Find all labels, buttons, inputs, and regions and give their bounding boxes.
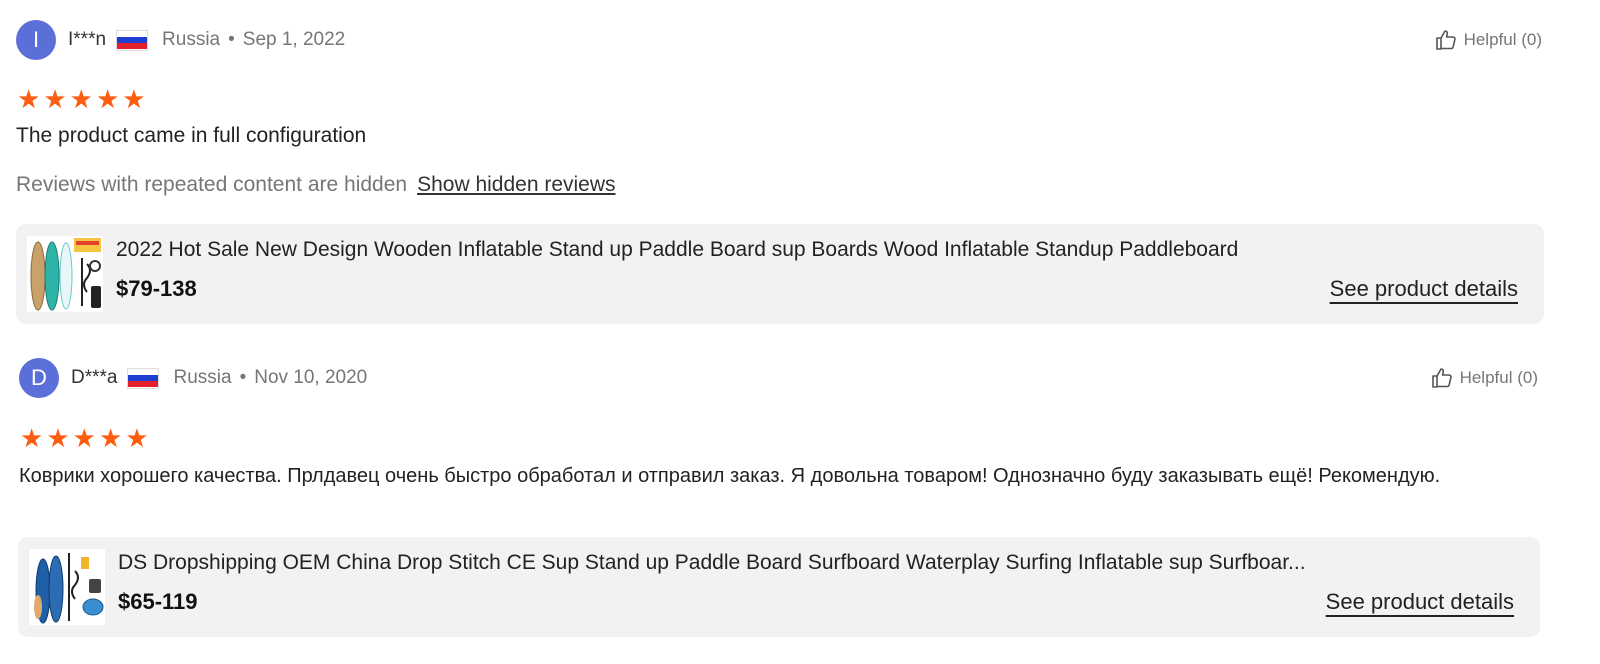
hidden-notice-row: Reviews with repeated content are hidden…: [16, 173, 616, 197]
helpful-button[interactable]: Helpful (0): [1434, 28, 1542, 52]
product-thumbnail[interactable]: [27, 236, 103, 312]
star-icon: ★: [122, 84, 146, 114]
russia-flag-icon: [116, 29, 149, 51]
star-icon: ★: [69, 84, 93, 114]
product-title[interactable]: 2022 Hot Sale New Design Wooden Inflatab…: [116, 238, 1238, 262]
star-icon: ★: [98, 423, 123, 453]
hidden-notice: Reviews with repeated content are hidden: [16, 173, 408, 196]
product-card[interactable]: 2022 Hot Sale New Design Wooden Inflatab…: [16, 224, 1544, 324]
reviewer-name: I***n: [68, 29, 107, 50]
review-meta: Russia • Nov 10, 2020: [173, 367, 367, 389]
russia-flag-icon: [127, 367, 160, 389]
see-product-details-link[interactable]: See product details: [1330, 276, 1518, 302]
review-date: Nov 10, 2020: [254, 367, 368, 388]
product-title[interactable]: DS Dropshipping OEM China Drop Stitch CE…: [118, 551, 1306, 575]
review-text: The product came in full configuration: [16, 124, 367, 147]
star-icon: ★: [20, 423, 44, 453]
helpful-label: Helpful (0): [1463, 30, 1542, 49]
meta-separator: •: [239, 367, 247, 388]
thumbs-up-icon: [1431, 368, 1452, 388]
see-product-details-link[interactable]: See product details: [1326, 589, 1514, 615]
star-rating: ★ ★ ★ ★ ★: [20, 425, 149, 451]
reviewer-country: Russia: [162, 29, 221, 50]
review-date: Sep 1, 2022: [242, 29, 346, 50]
star-icon: ★: [17, 84, 41, 114]
show-hidden-reviews-link[interactable]: Show hidden reviews: [417, 173, 615, 196]
reviewer-country: Russia: [173, 367, 232, 388]
helpful-button[interactable]: Helpful (0): [1430, 366, 1538, 390]
product-price: $65-119: [118, 589, 198, 614]
star-icon: ★: [72, 423, 96, 453]
star-icon: ★: [43, 84, 67, 114]
reviewer-name: D***a: [71, 367, 118, 388]
meta-separator: •: [228, 29, 235, 50]
star-icon: ★: [125, 423, 149, 453]
thumbs-up-icon: [1435, 30, 1456, 50]
product-price: $79-138: [116, 276, 197, 301]
review-meta: Russia • Sep 1, 2022: [162, 29, 345, 51]
helpful-label: Helpful (0): [1459, 368, 1538, 387]
product-thumbnail[interactable]: [29, 549, 105, 625]
star-rating: ★ ★ ★ ★ ★: [17, 86, 146, 112]
star-icon: ★: [95, 84, 120, 114]
avatar: D: [19, 358, 59, 398]
star-icon: ★: [46, 423, 70, 453]
review-header: I I***n Russia • Sep 1, 2022: [16, 20, 1600, 60]
product-card[interactable]: DS Dropshipping OEM China Drop Stitch CE…: [18, 537, 1540, 637]
review-text: Коврики хорошего качества. Прлдавец очен…: [19, 465, 1441, 487]
review-header: D D***a Russia • Nov 10, 2020: [19, 358, 1600, 398]
avatar: I: [16, 20, 56, 60]
